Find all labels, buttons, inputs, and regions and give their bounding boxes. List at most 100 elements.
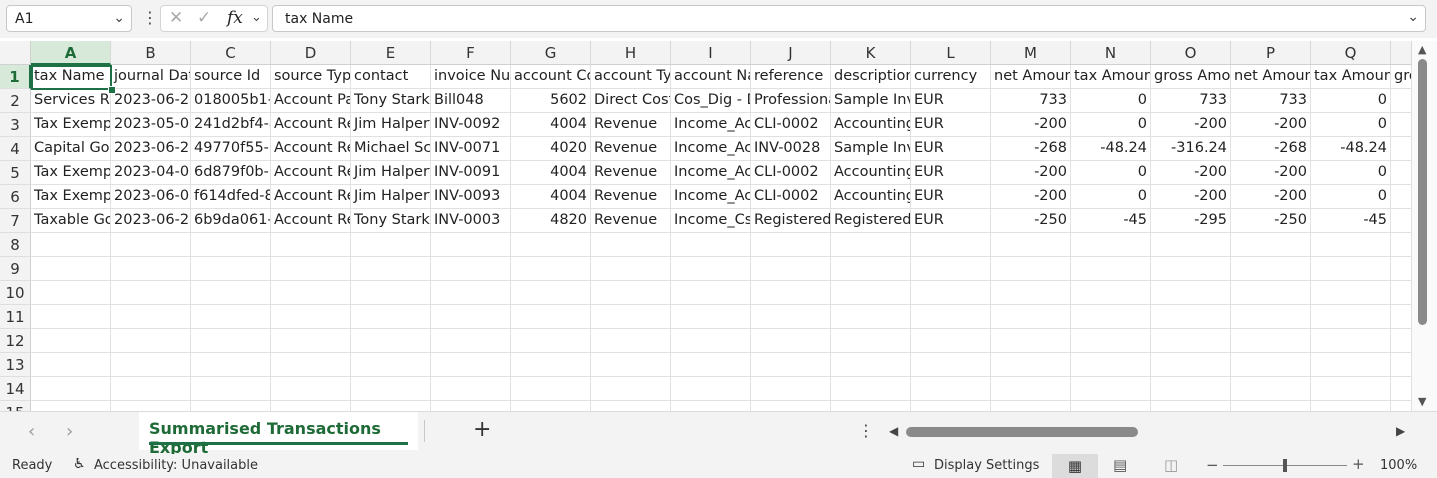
cell[interactable]: 733 (1231, 89, 1311, 113)
column-header[interactable]: Q (1311, 41, 1391, 65)
cell[interactable]: -200 (991, 161, 1071, 185)
row-header[interactable]: 4 (0, 137, 31, 161)
cell[interactable] (431, 257, 511, 281)
cell[interactable]: Tony Stark (351, 89, 431, 113)
cell[interactable]: Taxable Goods (31, 209, 111, 233)
cell[interactable]: tax Amount (1071, 65, 1151, 89)
name-box[interactable]: A1 ⌄ (6, 5, 132, 32)
column-header[interactable]: P (1231, 41, 1311, 65)
cell[interactable]: currency (911, 65, 991, 89)
column-header[interactable]: K (831, 41, 911, 65)
cell[interactable] (591, 281, 671, 305)
cell[interactable]: Sample Invoice (831, 89, 911, 113)
cell[interactable]: -200 (1231, 185, 1311, 209)
cell[interactable] (431, 281, 511, 305)
cell[interactable] (1151, 377, 1231, 401)
cell[interactable]: Account Receivable (271, 113, 351, 137)
chevron-down-icon[interactable]: ⌄ (1407, 9, 1419, 25)
cell[interactable] (511, 305, 591, 329)
cell[interactable] (1231, 281, 1311, 305)
cell[interactable]: Income_Accounting (671, 137, 751, 161)
cell[interactable]: INV-0071 (431, 137, 511, 161)
cell[interactable]: Tax Exempt (31, 113, 111, 137)
cell[interactable] (1391, 209, 1412, 233)
cell[interactable] (31, 305, 111, 329)
triangle-up-icon[interactable]: ▲ (1418, 43, 1426, 56)
cell[interactable] (911, 377, 991, 401)
chevron-down-icon[interactable]: ⌄ (113, 10, 125, 26)
display-settings-button[interactable]: Display Settings (934, 458, 1039, 473)
cell[interactable]: description (831, 65, 911, 89)
cell[interactable] (751, 377, 831, 401)
cell[interactable]: EUR (911, 113, 991, 137)
cell[interactable]: 6b9da061-a (191, 209, 271, 233)
row-header[interactable]: 11 (0, 305, 31, 329)
cell[interactable] (1391, 257, 1412, 281)
cell[interactable] (991, 281, 1071, 305)
fx-icon[interactable]: fx (227, 8, 243, 28)
cell[interactable]: -200 (991, 185, 1071, 209)
cell[interactable]: Sample Invoice (831, 137, 911, 161)
cell[interactable]: Registered (831, 209, 911, 233)
chevron-down-icon[interactable]: ⌄ (251, 10, 262, 25)
cell[interactable] (591, 377, 671, 401)
vertical-dots-icon[interactable]: ⋮ (858, 421, 874, 440)
row-header[interactable]: 14 (0, 377, 31, 401)
cell[interactable] (111, 329, 191, 353)
cell[interactable]: net Amount (1231, 65, 1311, 89)
cell[interactable] (511, 377, 591, 401)
cell[interactable] (351, 329, 431, 353)
cell[interactable]: 0 (1071, 185, 1151, 209)
page-break-view-icon[interactable]: ◫ (1164, 456, 1178, 474)
cell[interactable] (1311, 329, 1391, 353)
column-header[interactable]: N (1071, 41, 1151, 65)
cell[interactable] (991, 305, 1071, 329)
cell[interactable] (31, 281, 111, 305)
cell[interactable]: Revenue (591, 161, 671, 185)
row-header[interactable]: 9 (0, 257, 31, 281)
cell[interactable] (111, 233, 191, 257)
cell[interactable] (1391, 89, 1412, 113)
cell[interactable] (111, 281, 191, 305)
cell[interactable] (671, 233, 751, 257)
cell[interactable]: 2023-05-01 (111, 113, 191, 137)
cell[interactable]: Services Rendered (31, 89, 111, 113)
cell[interactable]: CLI-0002 (751, 161, 831, 185)
cell[interactable] (351, 257, 431, 281)
cell[interactable] (1071, 353, 1151, 377)
cell[interactable]: 0 (1311, 113, 1391, 137)
cell[interactable]: 2023-06-01 (111, 185, 191, 209)
vertical-scrollbar[interactable]: ▲ ▼ (1412, 41, 1437, 411)
cell[interactable] (1311, 281, 1391, 305)
cell[interactable] (1071, 377, 1151, 401)
cell[interactable]: account Type (591, 65, 671, 89)
cell[interactable] (991, 329, 1071, 353)
cell[interactable] (911, 281, 991, 305)
cell[interactable]: 0 (1311, 161, 1391, 185)
cell[interactable]: -45 (1071, 209, 1151, 233)
cell[interactable] (271, 257, 351, 281)
cell[interactable] (111, 257, 191, 281)
column-header[interactable]: C (191, 41, 271, 65)
row-header[interactable]: 6 (0, 185, 31, 209)
cell[interactable]: 6d879f0b-b (191, 161, 271, 185)
cell[interactable] (1231, 353, 1311, 377)
cell[interactable]: Revenue (591, 185, 671, 209)
cell[interactable] (671, 305, 751, 329)
row-header[interactable]: 5 (0, 161, 31, 185)
cell[interactable] (751, 353, 831, 377)
triangle-down-icon[interactable]: ▼ (1418, 395, 1426, 408)
chevron-right-icon[interactable]: › (66, 421, 73, 442)
row-header[interactable]: 2 (0, 89, 31, 113)
vertical-dots-icon[interactable]: ⋮ (142, 8, 158, 27)
cell[interactable] (511, 329, 591, 353)
cell[interactable]: account Name (671, 65, 751, 89)
column-header[interactable]: O (1151, 41, 1231, 65)
close-icon[interactable]: ✕ (169, 8, 183, 28)
column-header[interactable]: J (751, 41, 831, 65)
cell[interactable] (991, 233, 1071, 257)
cell[interactable] (191, 233, 271, 257)
cell[interactable] (271, 233, 351, 257)
cell[interactable] (1231, 377, 1311, 401)
cell[interactable] (191, 329, 271, 353)
